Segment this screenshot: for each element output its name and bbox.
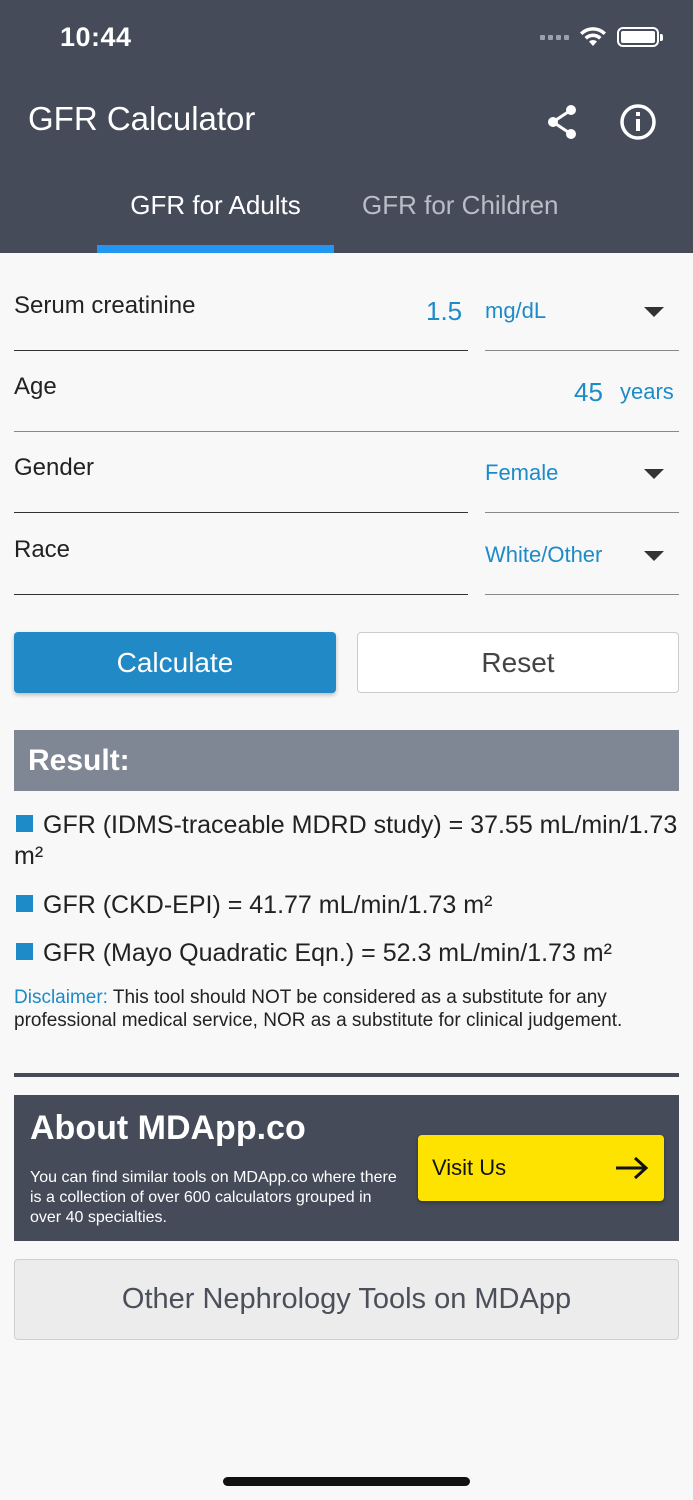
status-time: 10:44	[60, 22, 132, 52]
signal-icon	[540, 34, 569, 40]
race-row: Race White/Other	[14, 524, 679, 595]
app-bar: 10:44 GFR Calculator GFR for Adults GFR …	[0, 0, 693, 253]
serum-creatinine-row: Serum creatinine 1.5 mg/dL	[14, 280, 679, 351]
about-title: About MDApp.co	[30, 1109, 306, 1147]
bullet-icon	[16, 943, 33, 960]
result-item-mdrd: GFR (IDMS-traceable MDRD study) = 37.55 …	[14, 810, 679, 872]
serum-creatinine-input[interactable]: 1.5	[426, 296, 462, 327]
home-indicator[interactable]	[223, 1477, 470, 1486]
gender-label: Gender	[14, 454, 95, 481]
serum-creatinine-label: Serum creatinine	[14, 292, 196, 319]
visit-us-button[interactable]: Visit Us	[418, 1135, 664, 1201]
race-label: Race	[14, 536, 71, 563]
visit-us-label: Visit Us	[432, 1155, 507, 1180]
info-icon[interactable]	[616, 100, 660, 144]
result-item-text: GFR (IDMS-traceable MDRD study) = 37.55 …	[14, 811, 678, 870]
bullet-icon	[16, 815, 33, 832]
battery-icon	[617, 27, 663, 47]
result-heading: Result:	[14, 730, 679, 791]
gender-select-underline	[485, 512, 679, 513]
result-item-text: GFR (Mayo Quadratic Eqn.) = 52.3 mL/min/…	[43, 939, 612, 967]
result-heading-label: Result:	[28, 743, 130, 777]
status-icons	[540, 26, 663, 48]
race-select[interactable]: White/Other	[485, 542, 602, 568]
section-divider	[14, 1073, 679, 1077]
age-underline	[14, 431, 679, 432]
result-item-ckd-epi: GFR (CKD-EPI) = 41.77 mL/min/1.73 m²	[14, 890, 679, 921]
tab-gfr-adults[interactable]: GFR for Adults	[97, 190, 334, 221]
disclaimer: Disclaimer: This tool should NOT be cons…	[14, 986, 684, 1032]
age-unit: years	[620, 379, 674, 404]
unit-select-underline	[485, 350, 679, 351]
race-label-underline	[14, 594, 468, 595]
wifi-icon	[580, 27, 606, 46]
age-input[interactable]: 45	[574, 377, 603, 408]
share-icon[interactable]	[540, 100, 584, 144]
result-item-mayo: GFR (Mayo Quadratic Eqn.) = 52.3 mL/min/…	[14, 938, 679, 969]
creatinine-input-underline	[14, 350, 468, 351]
dropdown-caret-icon[interactable]	[644, 469, 664, 479]
gender-select[interactable]: Female	[485, 460, 558, 486]
race-select-underline	[485, 594, 679, 595]
about-text: You can find similar tools on MDApp.co w…	[30, 1169, 397, 1226]
disclaimer-label: Disclaimer:	[14, 987, 108, 1008]
creatinine-unit-select[interactable]: mg/dL	[485, 298, 546, 324]
reset-button[interactable]: Reset	[357, 632, 679, 693]
gender-row: Gender Female	[14, 442, 679, 513]
dropdown-caret-icon[interactable]	[644, 307, 664, 317]
app-title: GFR Calculator	[28, 100, 256, 137]
calculate-button[interactable]: Calculate	[14, 632, 336, 693]
result-item-text: GFR (CKD-EPI) = 41.77 mL/min/1.73 m²	[43, 891, 493, 919]
tab-gfr-children[interactable]: GFR for Children	[362, 190, 559, 221]
age-row: Age 45 years	[14, 361, 679, 432]
arrow-right-icon	[616, 1156, 649, 1180]
tab-indicator	[97, 245, 334, 253]
dropdown-caret-icon[interactable]	[644, 551, 664, 561]
gender-label-underline	[14, 512, 468, 513]
about-panel: About MDApp.co You can find similar tool…	[14, 1095, 679, 1241]
age-label: Age	[14, 373, 57, 400]
bullet-icon	[16, 895, 33, 912]
other-nephrology-tools-button[interactable]: Other Nephrology Tools on MDApp	[14, 1259, 679, 1340]
